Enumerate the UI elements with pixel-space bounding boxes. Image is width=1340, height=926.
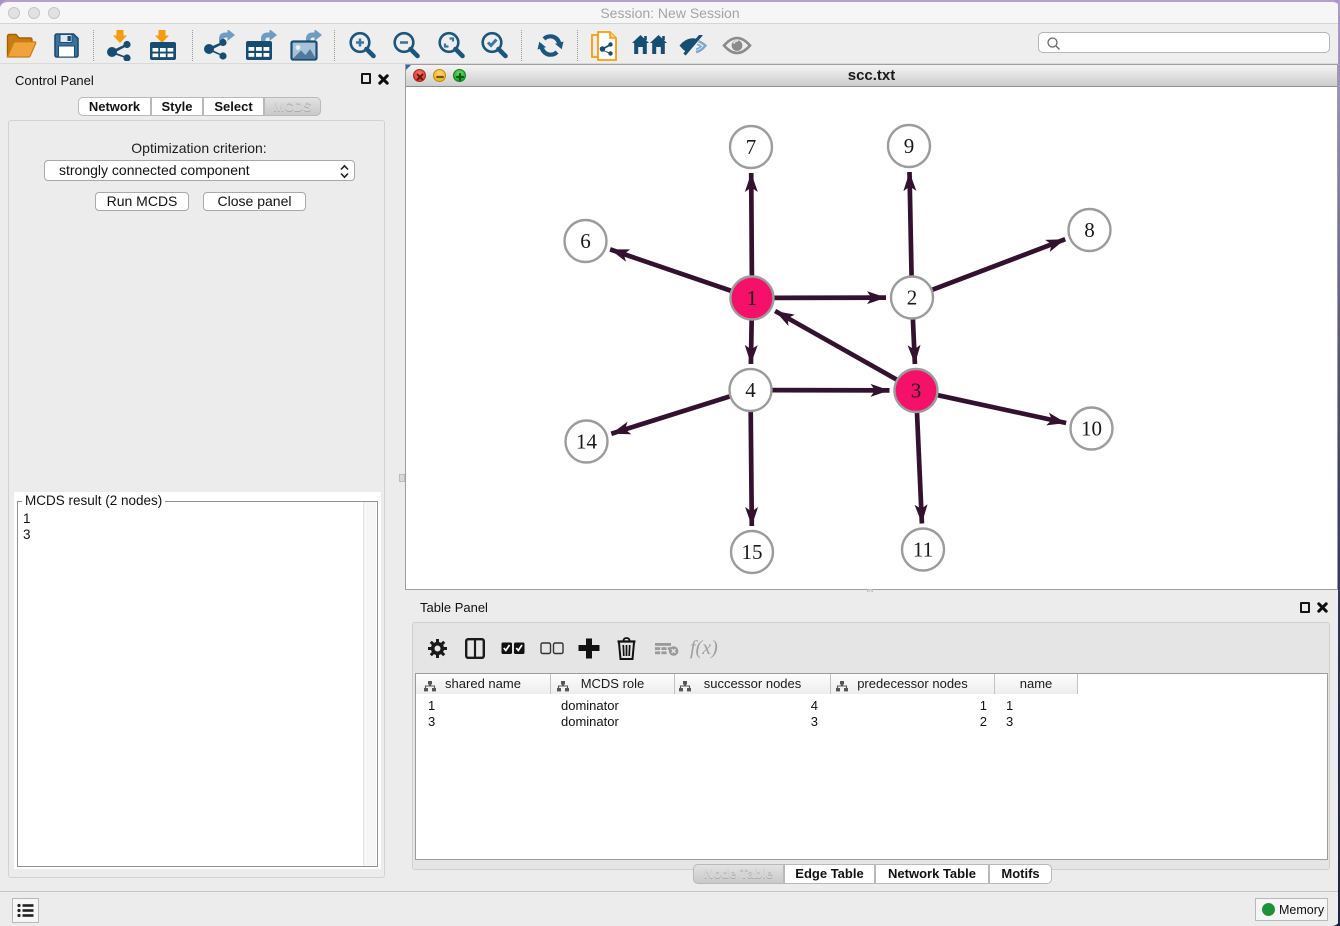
svg-text:2: 2: [907, 286, 918, 310]
svg-text:8: 8: [1084, 218, 1095, 242]
svg-text:15: 15: [742, 540, 763, 564]
svg-text:10: 10: [1081, 417, 1102, 441]
svg-text:1: 1: [747, 286, 758, 310]
svg-text:14: 14: [576, 430, 598, 454]
svg-text:3: 3: [911, 379, 922, 403]
svg-text:6: 6: [580, 229, 591, 253]
svg-text:11: 11: [913, 538, 933, 562]
svg-text:7: 7: [746, 135, 757, 159]
svg-text:f(x): f(x): [690, 637, 718, 659]
svg-text:9: 9: [904, 134, 915, 158]
svg-text:4: 4: [745, 378, 756, 402]
